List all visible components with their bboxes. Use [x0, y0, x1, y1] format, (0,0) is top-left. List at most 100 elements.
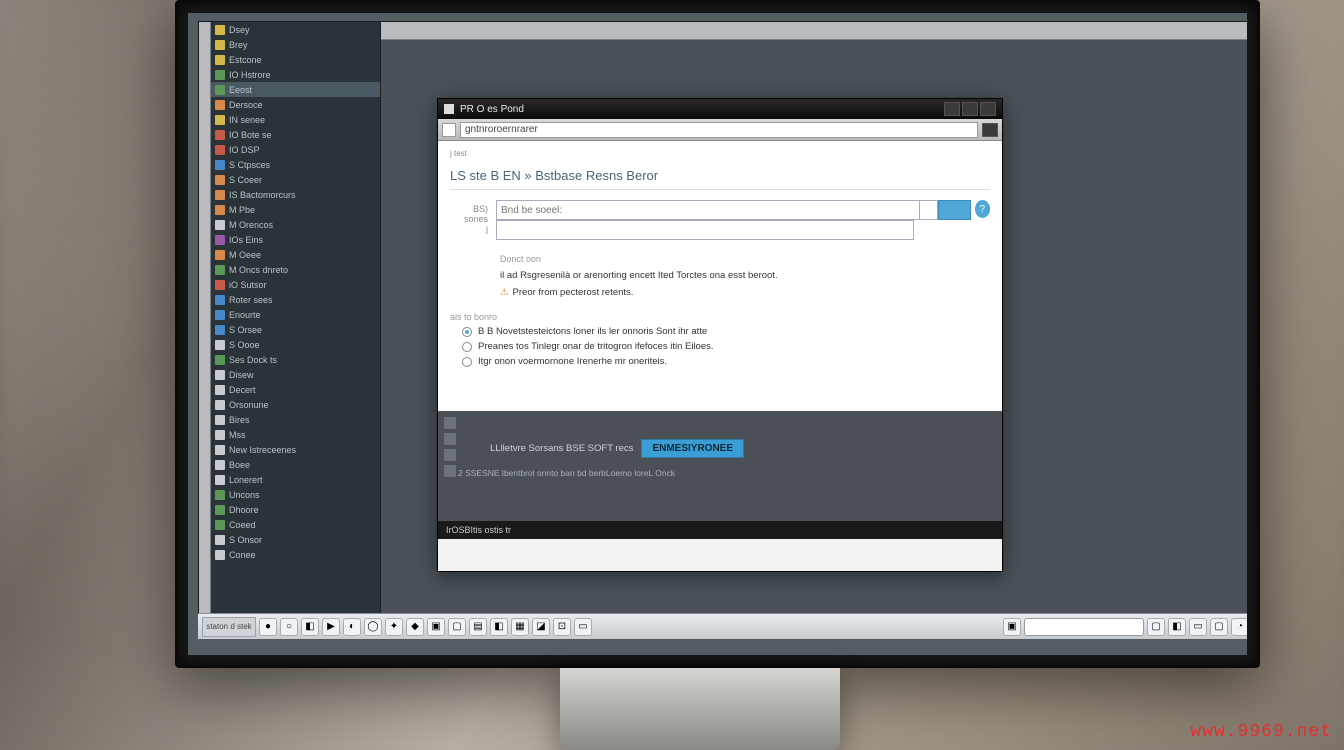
start-button[interactable]: staton d stek [202, 617, 256, 637]
dialog-titlebar[interactable]: PR O es Pond [438, 99, 1002, 119]
taskbar-app-icon[interactable]: ◧ [490, 618, 508, 636]
folder-icon [215, 445, 225, 455]
taskbar-app-icon[interactable]: ● [259, 618, 277, 636]
option-1[interactable]: B B Novetstesteictons loner ils ler onno… [462, 326, 990, 337]
sidebar-item[interactable]: Dsey [211, 22, 380, 37]
sidebar-item[interactable]: Boee [211, 457, 380, 472]
tray-icon[interactable]: ▢ [1210, 618, 1228, 636]
sidebar-item[interactable]: IOs Eins [211, 232, 380, 247]
search-form: BS) sones j ? [450, 200, 990, 240]
taskbar-app-icon[interactable]: ◯ [364, 618, 382, 636]
folder-icon [215, 325, 225, 335]
tool-icon[interactable] [444, 433, 456, 445]
sidebar-item[interactable]: Disew [211, 367, 380, 382]
go-button[interactable] [938, 200, 971, 220]
sidebar-item[interactable]: M Pbe [211, 202, 380, 217]
sidebar-item[interactable]: M Orencos [211, 217, 380, 232]
sidebar-item-label: Coeed [229, 520, 256, 530]
taskbar-app-icon[interactable]: ▶ [322, 618, 340, 636]
sidebar-item[interactable]: New Istreceenes [211, 442, 380, 457]
tool-icon[interactable] [444, 417, 456, 429]
close-button[interactable] [980, 102, 996, 116]
search-input[interactable] [496, 200, 920, 220]
window-controls [944, 102, 996, 116]
sidebar-item-label: IO Bote se [229, 130, 272, 140]
sidebar-item[interactable]: Ses Dock ts [211, 352, 380, 367]
url-input[interactable]: gntnroroernrarer [460, 122, 978, 138]
sidebar-item[interactable]: Orsonune [211, 397, 380, 412]
sidebar-item-label: IS Bactomorcurs [229, 190, 296, 200]
folder-icon [215, 70, 225, 80]
tray-icon[interactable]: ◧ [1168, 618, 1186, 636]
folder-icon [215, 205, 225, 215]
sidebar-item-label: S Ctpsces [229, 160, 270, 170]
sidebar-item[interactable]: M Oncs dnreto [211, 262, 380, 277]
folder-icon [215, 265, 225, 275]
tray-icon[interactable]: ▭ [1189, 618, 1207, 636]
sidebar-item[interactable]: Estcone [211, 52, 380, 67]
sidebar-item-label: Disew [229, 370, 254, 380]
tool-icon[interactable] [444, 465, 456, 477]
taskbar-app-icon[interactable]: ▦ [511, 618, 529, 636]
sidebar-item[interactable]: S Orsee [211, 322, 380, 337]
sidebar-item[interactable]: Lonerert [211, 472, 380, 487]
sidebar-item[interactable]: IS Bactomorcurs [211, 187, 380, 202]
sidebar-item-label: IN senee [229, 115, 265, 125]
taskbar-app-icon[interactable]: ▣ [427, 618, 445, 636]
option-2[interactable]: Preanes tos Tinlegr onar de tritogron if… [462, 341, 990, 352]
taskbar-app-icon[interactable]: ⊡ [553, 618, 571, 636]
sidebar-item[interactable]: Eeost [211, 82, 380, 97]
sidebar-item[interactable]: IO Hstrore [211, 67, 380, 82]
tool-icon[interactable] [444, 449, 456, 461]
sidebar-item[interactable]: Roter sees [211, 292, 380, 307]
sidebar-item[interactable]: Dersoce [211, 97, 380, 112]
sidebar-item-label: S Onsor [229, 535, 262, 545]
taskbar-app-icon[interactable]: ▢ [448, 618, 466, 636]
secondary-input[interactable] [496, 220, 914, 240]
taskbar-app-icon[interactable]: ▭ [574, 618, 592, 636]
taskbar-search[interactable] [1024, 618, 1144, 636]
taskbar-app-icon[interactable]: ◪ [532, 618, 550, 636]
sidebar-item[interactable]: Mss [211, 427, 380, 442]
tray-icon[interactable]: ◔ [1231, 618, 1247, 636]
sidebar-item[interactable]: Conee [211, 547, 380, 562]
sidebar-item[interactable]: Dhoore [211, 502, 380, 517]
primary-action-button[interactable]: ENMESIYRONEE [641, 439, 744, 458]
sidebar-item[interactable]: IN senee [211, 112, 380, 127]
sidebar-item-label: Ses Dock ts [229, 355, 277, 365]
sidebar-item[interactable]: Decert [211, 382, 380, 397]
sidebar-item[interactable]: Coeed [211, 517, 380, 532]
sidebar-item-label: Conee [229, 550, 256, 560]
sidebar-item[interactable]: iO Sutsor [211, 277, 380, 292]
minimize-button[interactable] [944, 102, 960, 116]
taskbar-app-icon[interactable]: ◆ [406, 618, 424, 636]
taskbar-app-icon[interactable]: ✦ [385, 618, 403, 636]
sidebar-item[interactable]: Brey [211, 37, 380, 52]
input-suffix[interactable] [920, 200, 937, 220]
sidebar-item[interactable]: Bires [211, 412, 380, 427]
taskbar-app-icon[interactable]: ○ [280, 618, 298, 636]
sidebar-item[interactable]: S Oooe [211, 337, 380, 352]
option-3[interactable]: Itgr onon voermornone Irenerhe mr onerit… [462, 356, 990, 367]
sidebar-item[interactable]: M Oeee [211, 247, 380, 262]
taskbar-app-icon[interactable]: ▤ [469, 618, 487, 636]
tray-icon[interactable]: ▢ [1147, 618, 1165, 636]
sidebar-item[interactable]: Enourte [211, 307, 380, 322]
footer-action-row: LLlletvre Sorsans BSE SOFT recs ENMESIYR… [490, 439, 990, 458]
info-icon[interactable]: ? [975, 200, 990, 218]
taskbar-app-icon[interactable]: ◐ [343, 618, 361, 636]
sidebar-item[interactable]: S Coeer [211, 172, 380, 187]
folder-icon [215, 340, 225, 350]
sidebar-item[interactable]: Uncons [211, 487, 380, 502]
taskbar-app-icon[interactable]: ◧ [301, 618, 319, 636]
sidebar-item[interactable]: IO Bote se [211, 127, 380, 142]
maximize-button[interactable] [962, 102, 978, 116]
folder-icon [215, 220, 225, 230]
url-go-button[interactable] [982, 123, 998, 137]
sidebar-item[interactable]: IO DSP [211, 142, 380, 157]
tray-app-icon[interactable]: ▣ [1003, 618, 1021, 636]
sidebar-item[interactable]: S Ctpsces [211, 157, 380, 172]
sidebar-tree[interactable]: DseyBreyEstconeIO HstroreEeostDersoce IN … [211, 22, 381, 618]
sidebar-item[interactable]: S Onsor [211, 532, 380, 547]
monitor-stand [560, 668, 840, 750]
